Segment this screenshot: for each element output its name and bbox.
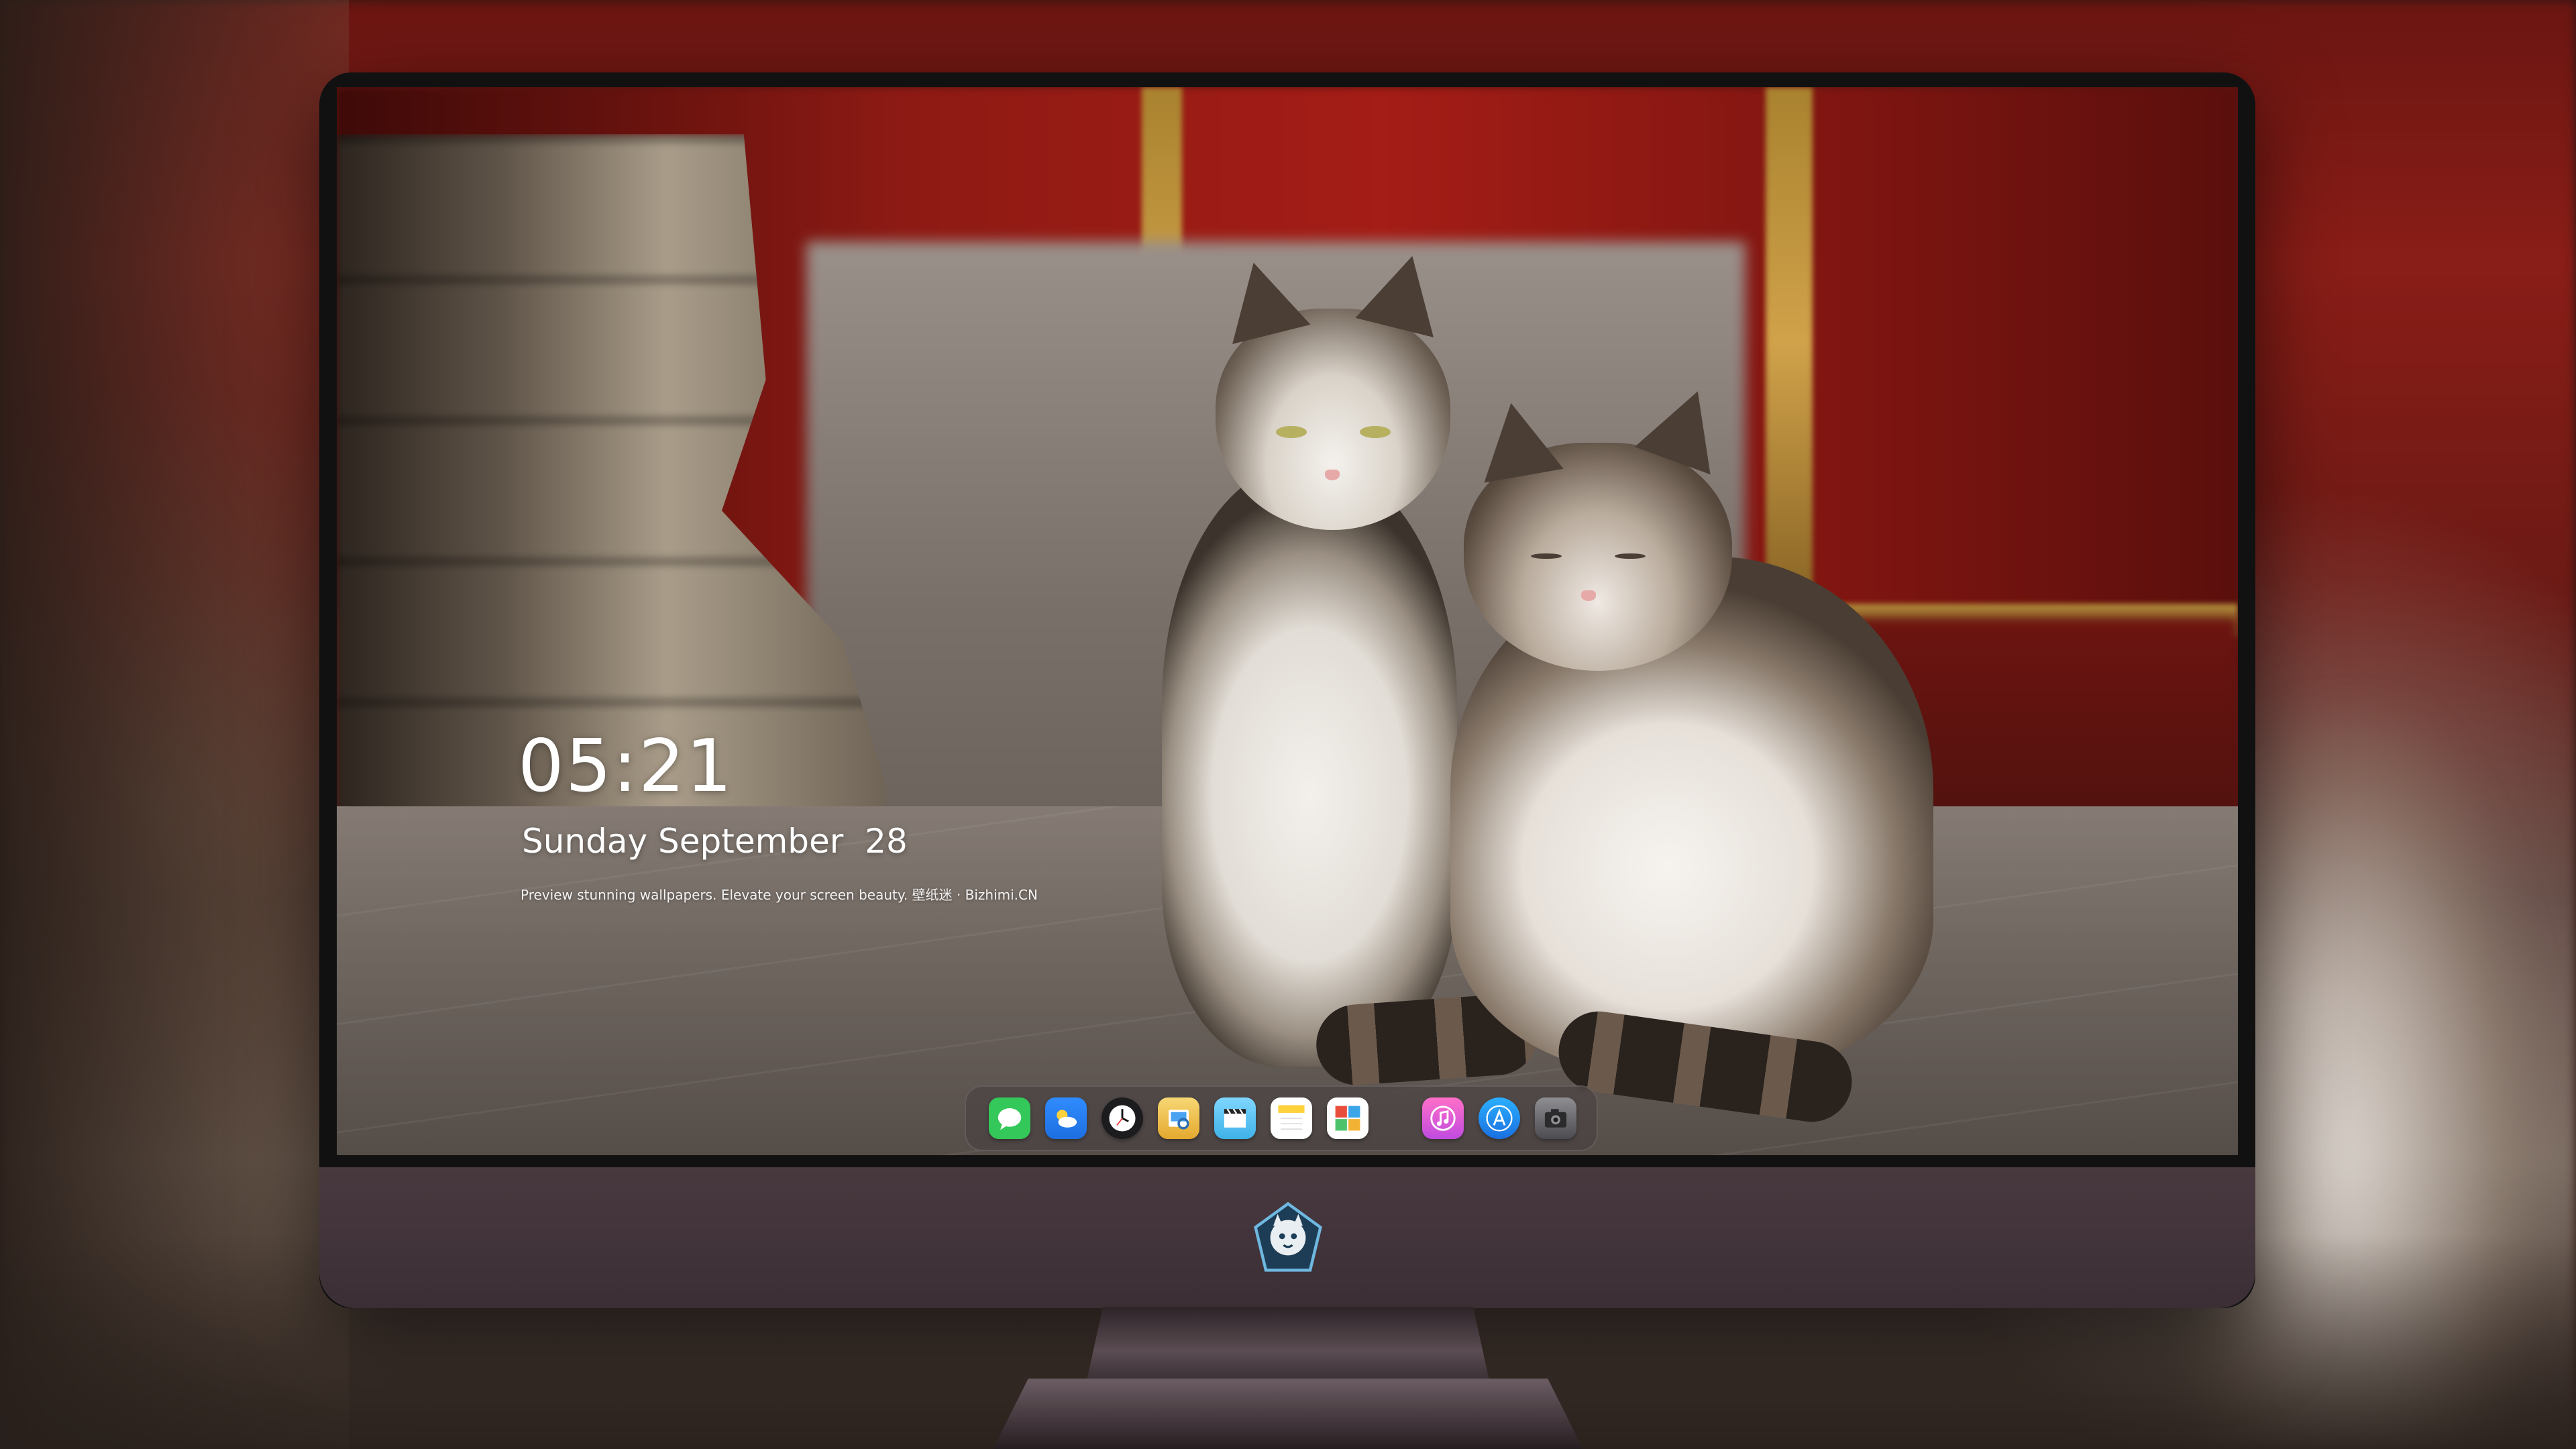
monitor-stand-neck (1087, 1307, 1489, 1381)
dock (965, 1085, 1598, 1151)
cat-left-head (1214, 246, 1452, 530)
cat-eye (1360, 426, 1391, 438)
cat-left-body (1162, 463, 1457, 1067)
monitor-stand-base (993, 1379, 1583, 1449)
music-icon[interactable] (1422, 1097, 1464, 1139)
notes-icon[interactable] (1271, 1097, 1312, 1139)
lock-clock: 05:21 (518, 724, 734, 808)
cat-eye (1531, 553, 1562, 559)
app-store-icon[interactable] (1479, 1097, 1520, 1139)
cat-eye (1615, 553, 1646, 559)
cat-right-head (1464, 377, 1736, 671)
cat-nose (1581, 590, 1596, 601)
clock-icon[interactable] (1102, 1097, 1143, 1139)
weather-icon[interactable] (1045, 1097, 1087, 1139)
photo-booth-icon[interactable] (1327, 1097, 1368, 1139)
camera-icon[interactable] (1535, 1097, 1576, 1139)
mascot-logo-icon (1254, 1201, 1322, 1272)
cat-eye (1276, 426, 1307, 438)
wallpaper-tagline: Preview stunning wallpapers. Elevate you… (521, 887, 1038, 903)
background-pillar-blur (0, 0, 349, 1449)
cat-ear (1471, 396, 1564, 483)
lock-screen: 05:21 Sunday September 28 Preview stunni… (337, 87, 2238, 1155)
messages-icon[interactable] (989, 1097, 1030, 1139)
lock-date: Sunday September 28 (522, 822, 908, 861)
video-editor-icon[interactable] (1214, 1097, 1256, 1139)
cat-nose (1325, 470, 1340, 480)
preview-icon[interactable] (1158, 1097, 1199, 1139)
wallpaper-gold-beam (1766, 87, 1813, 597)
